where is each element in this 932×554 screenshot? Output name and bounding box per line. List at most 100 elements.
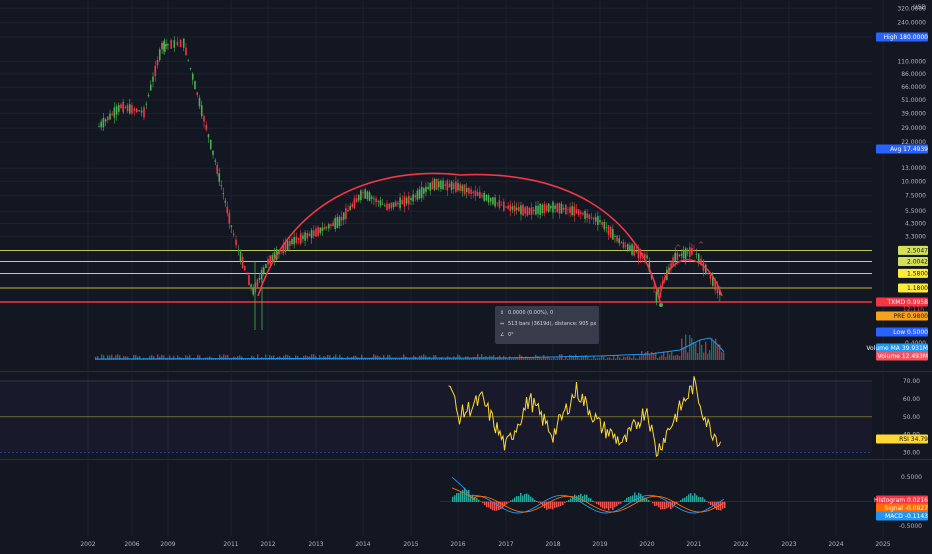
macd-hist-bar [648, 500, 650, 502]
volume-bar [271, 356, 272, 360]
volume-bar [711, 338, 712, 360]
candle-body [265, 264, 267, 268]
candle-body [674, 253, 676, 262]
candle-body [618, 238, 620, 243]
volume-bar [567, 359, 568, 360]
macd-hist-bar [580, 494, 582, 502]
macd-hist-bar [480, 501, 482, 502]
macd-hist-bar [658, 502, 660, 508]
candle-body [157, 60, 159, 65]
price-tick-label: 7.5000 [905, 193, 926, 200]
volume-bar [669, 354, 670, 360]
candle-body [612, 229, 614, 240]
candle-body [693, 250, 695, 251]
candle-body [259, 278, 261, 280]
macd-hist-bar [628, 497, 630, 502]
candle-body [380, 200, 382, 205]
macd-hist-bar [562, 502, 564, 505]
macd-hist-bar [564, 502, 566, 503]
candle-body [269, 256, 271, 265]
candle-body [552, 202, 554, 213]
macd-hist-bar [558, 502, 560, 507]
macd-hist-bar [486, 502, 488, 508]
candle-body [199, 98, 201, 107]
volume-bar [345, 359, 346, 360]
macd-hist-bar [656, 502, 658, 506]
macd-hist-bar [508, 502, 510, 503]
candle-body [636, 251, 638, 252]
macd-hist-bar [684, 498, 686, 502]
volume-bar [591, 359, 592, 360]
volume-bar [667, 352, 668, 360]
panel-separator [0, 371, 932, 372]
macd-hist-bar [692, 496, 694, 502]
macd-hist-bar [554, 502, 556, 508]
volume-bar [187, 356, 188, 360]
candle-body [309, 234, 311, 236]
volume-bar [593, 356, 594, 360]
candle-body [109, 114, 111, 120]
volume-bar [339, 355, 340, 360]
candle-body [360, 190, 362, 200]
candle-body [696, 254, 698, 255]
volume-bar [257, 354, 258, 360]
volume-bar [613, 355, 614, 360]
macd-hist-bar [596, 502, 598, 504]
price-tick-label: 39.0000 [901, 110, 926, 117]
candle-body [582, 213, 584, 215]
candle-body [152, 77, 154, 82]
macd-hist-bar [532, 498, 534, 502]
volume-bar [717, 344, 718, 360]
macd-hist-bar [526, 494, 528, 502]
volume-bar [259, 359, 260, 360]
macd-hist-bar [476, 498, 478, 502]
candle-body [228, 213, 230, 224]
macd-hist-bar [550, 502, 552, 509]
candles-group [98, 36, 720, 305]
candle-body [453, 183, 455, 189]
candle-body [231, 225, 233, 226]
volume-bar [619, 357, 620, 360]
candle-body [687, 252, 689, 253]
macd-hist-bar [598, 502, 600, 505]
candle-body [183, 38, 185, 47]
volume-bar [709, 350, 710, 360]
volume-bar [643, 355, 644, 360]
volume-bar [311, 354, 312, 360]
volume-tag-text: Volume 12.493M [878, 353, 928, 360]
candle-body [556, 204, 558, 212]
chart-svg[interactable]: 320.0000240.0000180.0000110.000086.00006… [0, 0, 932, 550]
volume-bar [625, 357, 626, 360]
candle-body [98, 126, 100, 127]
candle-body [289, 241, 291, 246]
volume-bar [493, 355, 494, 360]
macd-hist-bar [722, 502, 724, 509]
candle-body [580, 212, 582, 214]
volume-bar [639, 356, 640, 360]
volume-bar [437, 359, 438, 360]
volume-bar [723, 353, 724, 360]
volume-bar [315, 356, 316, 360]
macd-hist-bar [614, 502, 616, 508]
candle-body [537, 206, 539, 214]
candle-body [601, 222, 603, 225]
macd-tick-label: 0.5000 [901, 474, 922, 481]
candle-body [192, 74, 194, 80]
volume-bar [431, 359, 432, 360]
volume-bar [185, 355, 186, 360]
volume-bar [355, 356, 356, 360]
volume-bar [375, 355, 376, 360]
rsi-tick-label: 60.00 [903, 396, 920, 403]
candle-body [216, 165, 218, 174]
volume-bar [721, 352, 722, 360]
candle-body [240, 252, 242, 262]
angle-icon: ∠ [500, 330, 508, 341]
macd-hist-bar [702, 497, 704, 502]
pre-tag-text: PRE 0.9800 [894, 313, 929, 320]
low-tag-text: Low 0.5000 [893, 329, 928, 336]
candle-body [328, 224, 330, 228]
candle-body [100, 122, 102, 128]
candle-body [505, 207, 507, 208]
candle-body [440, 181, 442, 189]
candle-body [535, 206, 537, 215]
